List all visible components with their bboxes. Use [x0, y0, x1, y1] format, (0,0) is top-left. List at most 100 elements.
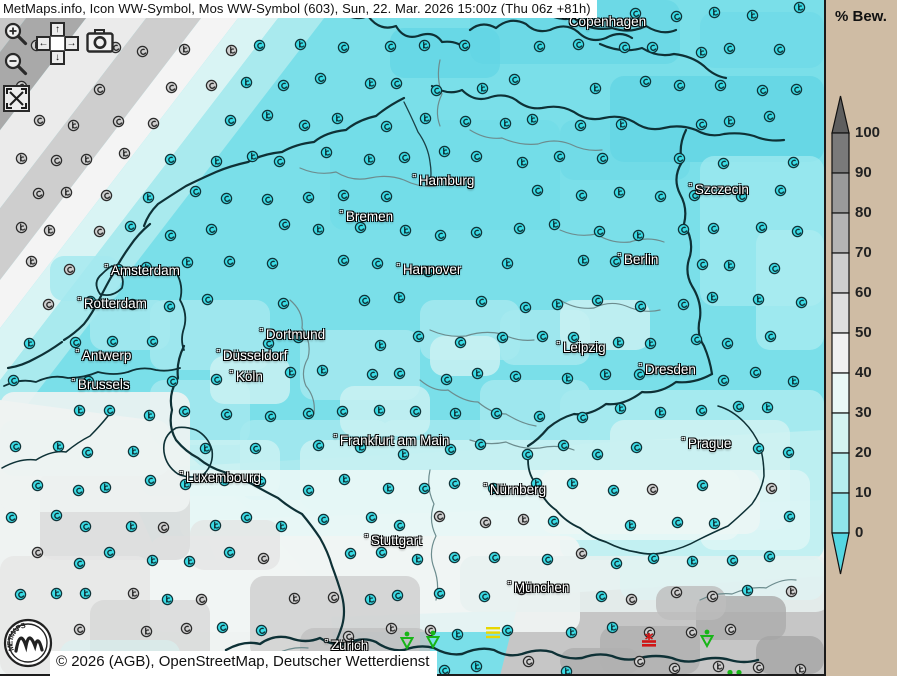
pan-right-button[interactable]: → [64, 36, 79, 51]
ww-cloud-symbol [127, 587, 140, 605]
ww-cloud-symbol [696, 479, 709, 497]
ww-cloud-symbol [316, 364, 329, 382]
zoom-in-button[interactable] [3, 21, 29, 47]
city-name: Nürnberg [490, 482, 546, 497]
ww-cloud-symbol [434, 229, 447, 247]
ww-cloud-symbol [327, 591, 340, 609]
ww-cloud-symbol [373, 404, 386, 422]
ww-cloud-symbol [42, 298, 55, 316]
ww-cloud-symbol [547, 515, 560, 533]
city-label: °Amsterdam [104, 263, 180, 278]
ww-cloud-symbol [390, 77, 403, 95]
ww-cloud-symbol [275, 520, 288, 538]
ww-cloud-symbol [302, 407, 315, 425]
ww-cloud-symbol [566, 477, 579, 495]
pan-up-button[interactable]: ↑ [50, 22, 65, 37]
ww-cloud-symbol [782, 446, 795, 464]
ww-cloud-symbol [565, 626, 578, 644]
pan-down-button[interactable]: ↓ [50, 50, 65, 65]
ww-cloud-symbol [366, 368, 379, 386]
ww-cloud-symbol [572, 38, 585, 56]
ww-cloud-symbol [596, 152, 609, 170]
ww-cloud-symbol [575, 547, 588, 565]
ww-cloud-symbol [298, 119, 311, 137]
ww-cloud-symbol [430, 84, 443, 102]
ww-cloud-symbol [593, 225, 606, 243]
ww-cloud-symbol [112, 115, 125, 133]
ww-cloud-symbol [741, 584, 754, 602]
ww-cloud-symbol [646, 41, 659, 59]
ww-cloud-symbol [749, 366, 762, 384]
city-label: °Dresden [638, 362, 696, 377]
ww-cloud-symbol [438, 664, 451, 676]
ww-cloud-symbol [409, 405, 422, 423]
ww-cloud-symbol [607, 484, 620, 502]
city-label: °Bremen [339, 209, 393, 224]
pan-left-button[interactable]: ← [36, 36, 51, 51]
ww-cloud-symbol [144, 474, 157, 492]
ww-cloud-symbol [577, 254, 590, 272]
ww-cloud-symbol [471, 367, 484, 385]
ww-cloud-symbol [380, 190, 393, 208]
ww-cloud-symbol [100, 189, 113, 207]
ww-cloud-symbol [209, 519, 222, 537]
ww-cloud-symbol [723, 42, 736, 60]
city-name: Szczecin [695, 182, 749, 197]
ww-cloud-symbol [312, 223, 325, 241]
ww-cloud-symbol [670, 10, 683, 28]
ww-cloud-symbol [519, 301, 532, 319]
ww-cloud-symbol [630, 441, 643, 459]
ww-cloud-symbol [677, 298, 690, 316]
city-name: Dortmund [266, 327, 325, 342]
legend-tick-label: 40 [855, 364, 895, 381]
zoom-out-button[interactable] [3, 51, 29, 77]
ww-cloud-symbol [685, 626, 698, 644]
ww-cloud-symbol [433, 510, 446, 528]
ww-cloud-symbol [764, 330, 777, 348]
map-canvas[interactable]: °Copenhagen°Hamburg°Szczecin°Bremen°Berl… [0, 0, 824, 676]
city-marker: ° [339, 207, 344, 221]
city-label: °Berlin [617, 252, 658, 267]
ww-cloud-symbol [634, 300, 647, 318]
ww-cloud-symbol [216, 621, 229, 639]
city-marker: ° [556, 338, 561, 352]
ww-cloud-symbol [686, 555, 699, 573]
city-name: Brussels [78, 377, 130, 392]
ww-cloud-symbol [210, 155, 223, 173]
ww-cloud-symbol [654, 190, 667, 208]
ww-cloud-symbol [712, 660, 725, 676]
city-marker: ° [259, 325, 264, 339]
ww-cloud-symbol [644, 337, 657, 355]
fullscreen-button[interactable] [3, 85, 30, 112]
ww-cloud-symbol [266, 257, 279, 275]
ww-cloud-symbol [79, 520, 92, 538]
ww-cloud-symbol [364, 593, 377, 611]
city-label: °Rotterdam [77, 296, 147, 311]
ww-cloud-symbol [364, 77, 377, 95]
snapshot-button[interactable] [86, 29, 114, 53]
ww-cloud-symbol [136, 45, 149, 63]
ww-cloud-symbol [337, 41, 350, 59]
ww-cloud-symbol [25, 255, 38, 273]
ww-cloud-symbol [103, 546, 116, 564]
ww-cloud-symbol [225, 44, 238, 62]
ww-cloud-symbol [732, 400, 745, 418]
ww-cloud-symbol [508, 73, 521, 91]
ww-cloud-symbol [458, 39, 471, 57]
ww-cloud-symbol [576, 411, 589, 429]
legend-tick-label: 80 [855, 204, 895, 221]
ww-cloud-symbol [454, 336, 467, 354]
city-name: Rotterdam [84, 296, 147, 311]
ww-cloud-symbol [199, 442, 212, 460]
ww-cloud-symbol [189, 185, 202, 203]
ww-cloud-symbol [147, 117, 160, 135]
expand-arrows-icon [6, 88, 27, 109]
city-label: °Frankfurt am Main [333, 433, 449, 448]
ww-cloud-symbol [261, 193, 274, 211]
ww-cloud-symbol [93, 225, 106, 243]
ww-cloud-symbol [181, 256, 194, 274]
city-label: °Nürnberg [483, 482, 546, 497]
ww-cloud-symbol [610, 557, 623, 575]
city-marker: ° [396, 260, 401, 274]
city-marker: ° [412, 171, 417, 185]
